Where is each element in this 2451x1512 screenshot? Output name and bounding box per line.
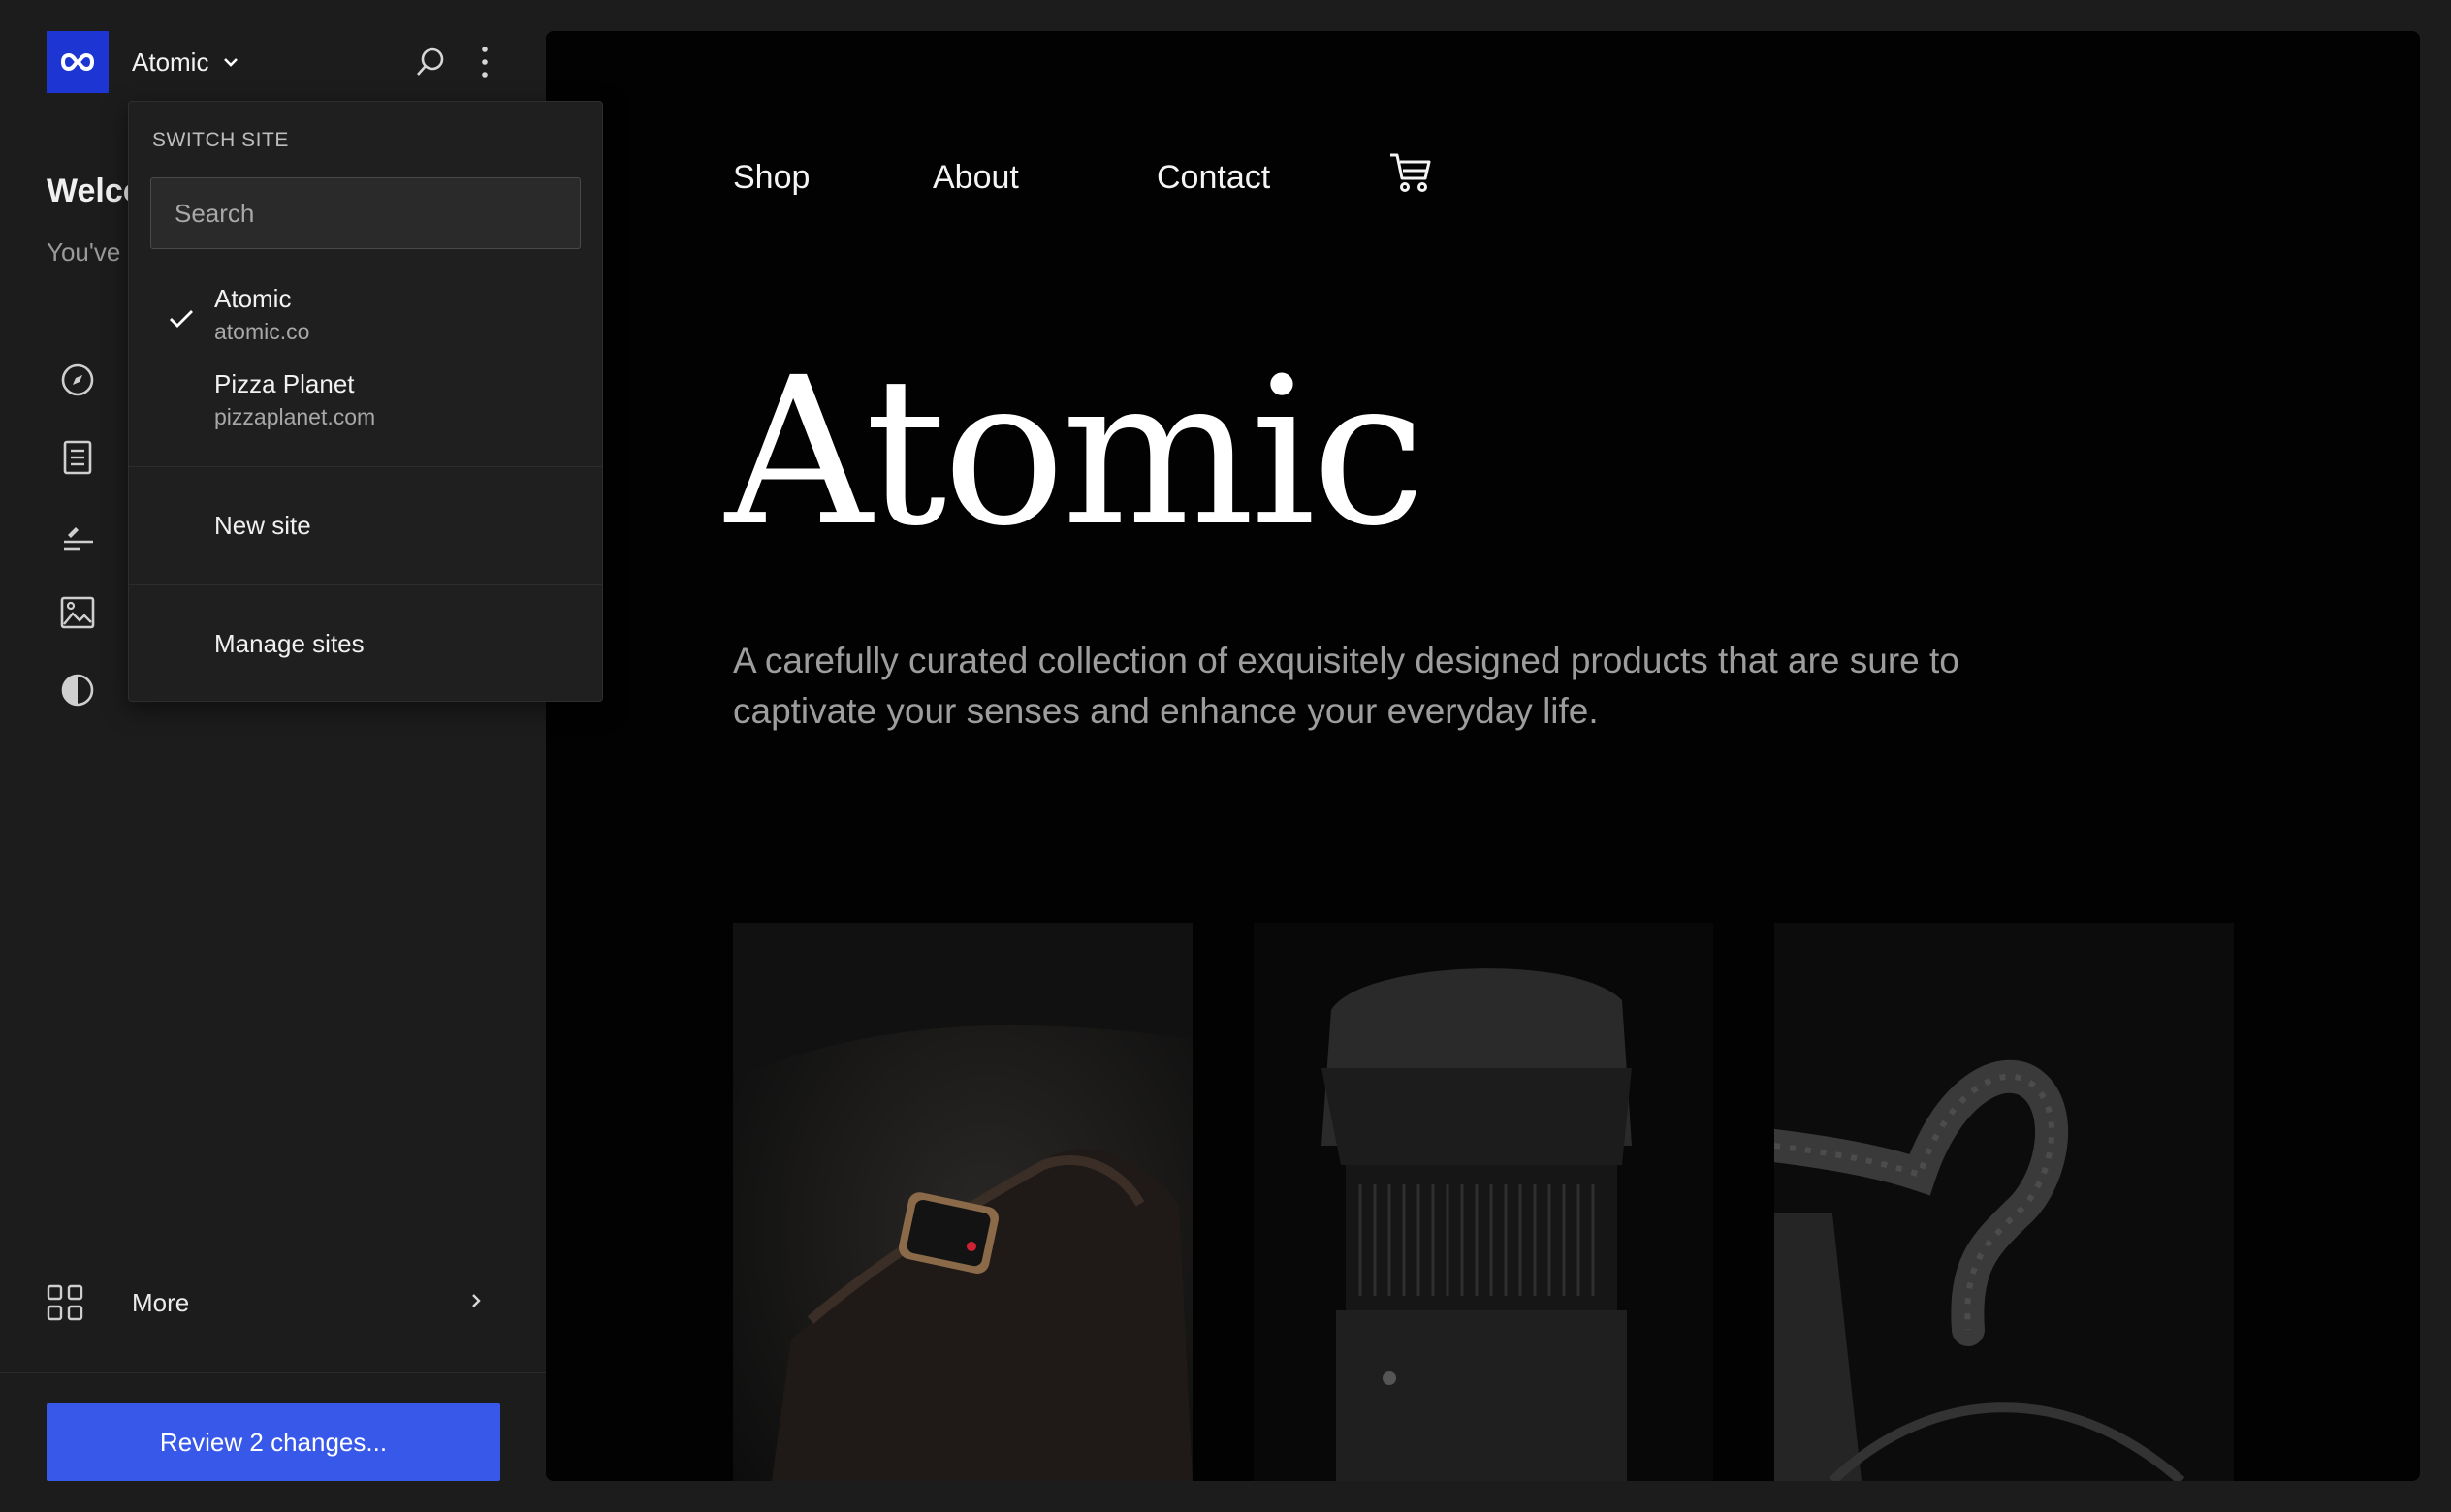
chevron-down-icon: [224, 58, 239, 67]
new-site-button[interactable]: New site: [214, 511, 311, 541]
site-option-url: pizzaplanet.com: [214, 404, 376, 429]
review-changes-button[interactable]: Review 2 changes...: [47, 1403, 500, 1481]
kebab-menu-icon: [482, 47, 488, 78]
manage-sites-button[interactable]: Manage sites: [214, 629, 365, 659]
site-option-atomic[interactable]: Atomic atomic.co: [129, 284, 602, 362]
media-icon: [60, 596, 95, 629]
nav-item-navigation[interactable]: [54, 357, 101, 403]
camera-lens-photo[interactable]: [1254, 923, 1713, 1481]
site-option-name: Pizza Planet: [214, 369, 355, 398]
search-icon: [417, 47, 444, 76]
checkmark-icon: [170, 310, 193, 328]
more-button[interactable]: More: [47, 1279, 483, 1326]
nav-item-pages[interactable]: [54, 434, 101, 481]
compass-icon: [61, 363, 94, 396]
nav-link-shop[interactable]: Shop: [733, 159, 810, 197]
hero-description: A carefully curated collection of exquis…: [733, 641, 1959, 731]
nav-item-media[interactable]: [54, 589, 101, 636]
nav-link-contact[interactable]: Contact: [1157, 159, 1270, 197]
cart-icon[interactable]: [1388, 151, 1433, 194]
site-switcher-toggle[interactable]: Atomic: [132, 31, 239, 93]
options-button[interactable]: [454, 31, 516, 93]
templates-icon: [64, 527, 93, 551]
smartwatch-photo[interactable]: [733, 923, 1193, 1481]
sidebar-divider: [0, 1372, 546, 1373]
topbar: Atomic: [47, 31, 493, 93]
nav-item-templates[interactable]: [54, 512, 101, 558]
current-site-name: Atomic: [132, 47, 209, 77]
bicycle-handlebar-photo[interactable]: [1774, 923, 2234, 1481]
styles-icon: [61, 674, 94, 707]
dropdown-divider: [129, 584, 602, 585]
site-option-name: Atomic: [214, 284, 292, 313]
more-label: More: [132, 1287, 190, 1317]
dropdown-divider: [129, 466, 602, 467]
site-logo[interactable]: [47, 31, 109, 93]
pages-icon: [63, 440, 92, 475]
site-preview[interactable]: Shop About Contact Atomic A carefully cu…: [546, 31, 2420, 1481]
nav-item-styles[interactable]: [54, 667, 101, 713]
switch-site-dropdown: Switch site Atomic atomic.co Pizza Plane…: [128, 101, 603, 702]
nav-link-about[interactable]: About: [933, 159, 1019, 197]
search-button[interactable]: [399, 31, 462, 93]
site-option-url: atomic.co: [214, 319, 310, 344]
infinity-icon: [60, 52, 95, 72]
site-search-input[interactable]: [150, 177, 581, 249]
hero-title: Atomic: [725, 333, 1426, 571]
chevron-right-icon: [472, 1294, 481, 1307]
dropdown-heading: Switch site: [152, 129, 289, 151]
grid-icon: [47, 1284, 83, 1321]
site-option-pizza-planet[interactable]: Pizza Planet pizzaplanet.com: [129, 369, 602, 447]
